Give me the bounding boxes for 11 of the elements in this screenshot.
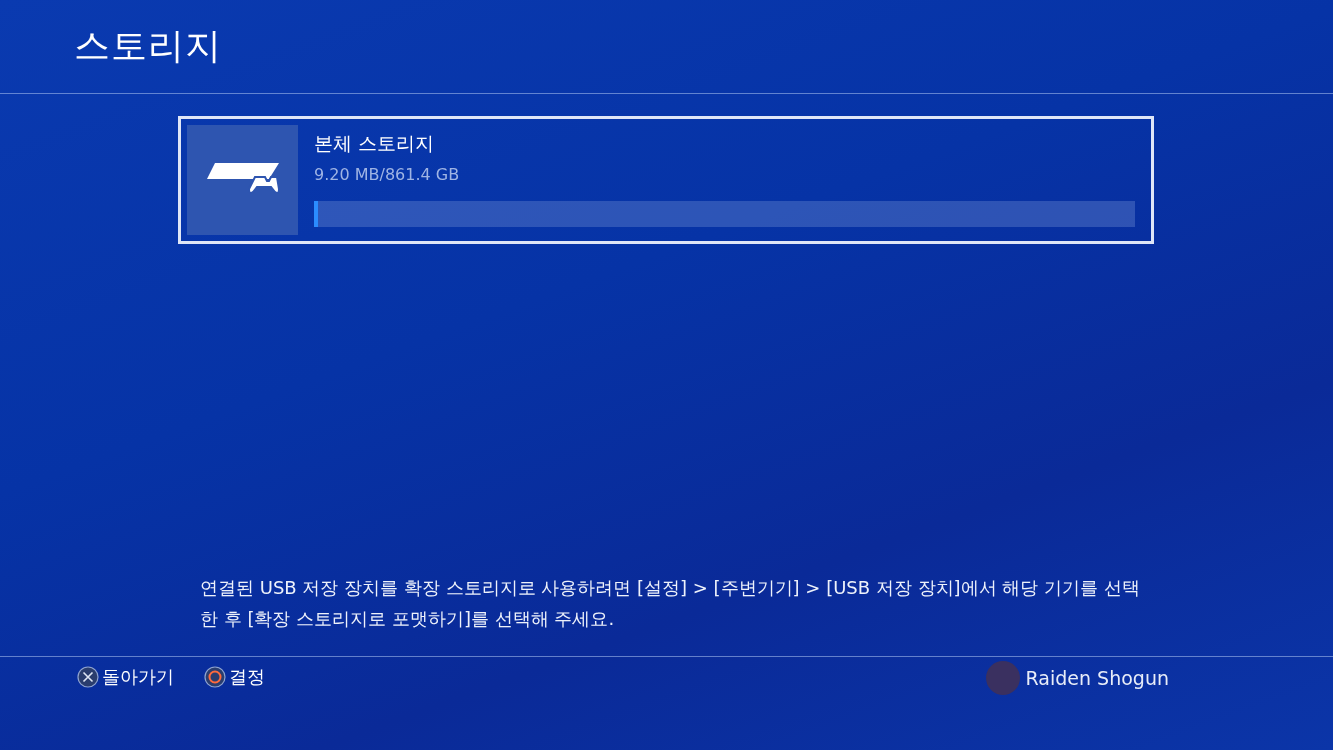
page-title: 스토리지: [74, 24, 222, 68]
storage-item[interactable]: 본체 스토리지 9.20 MB/861.4 GB: [178, 116, 1154, 244]
storage-name: 본체 스토리지: [314, 131, 436, 156]
avatar: [985, 661, 1020, 695]
button-hint-label: 돌아가기: [102, 665, 174, 689]
user-name: Raiden Shogun: [1025, 667, 1169, 689]
storage-usage: 9.20 MB/861.4 GB: [314, 165, 461, 184]
button-hint-label: 결정: [229, 665, 265, 689]
notice-text: 연결된 USB 저장 장치를 확장 스토리지로 사용하려면 [설정] > [주변기기] > [USB 저장 장치]에서 해당 기기를 선택한 후 [확장 스토리지로 포맷하기]를 선택해 주세요.: [200, 576, 1141, 631]
cross-button-icon: [77, 666, 99, 688]
circle-button-icon: [204, 666, 226, 688]
